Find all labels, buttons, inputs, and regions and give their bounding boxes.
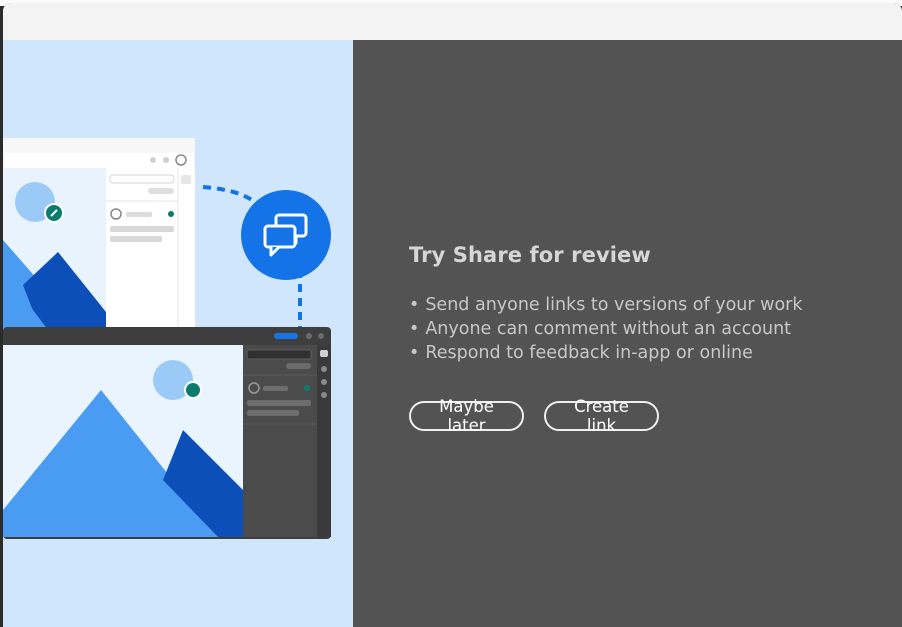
- pin-icon-2: [184, 381, 202, 399]
- bullet-glyph: •: [409, 319, 420, 339]
- dialog-title: Try Share for review: [409, 243, 651, 267]
- feature-list: • Send anyone links to versions of your w…: [409, 293, 803, 365]
- feature-text: Anyone can comment without an account: [425, 319, 792, 339]
- connector-line-top: [202, 185, 260, 207]
- bullet-glyph: •: [409, 343, 420, 363]
- share-review-dialog: Try Share for review • Send anyone links …: [3, 3, 902, 627]
- feature-item: • Respond to feedback in-app or online: [409, 341, 803, 365]
- share-illustration: [3, 40, 353, 627]
- feature-item: • Anyone can comment without an account: [409, 317, 803, 341]
- maybe-later-button[interactable]: Maybe later: [409, 397, 524, 435]
- feature-item: • Send anyone links to versions of your w…: [409, 293, 803, 317]
- dialog-content: Try Share for review • Send anyone links …: [353, 40, 902, 627]
- feature-text: Send anyone links to versions of your wo…: [425, 295, 803, 315]
- comment-bubbles-icon: [241, 190, 331, 280]
- bullet-glyph: •: [409, 295, 420, 315]
- feature-text: Respond to feedback in-app or online: [425, 343, 753, 363]
- app-window-bottom: [3, 327, 331, 539]
- browser-window-top: [3, 137, 196, 351]
- dialog-titlebar[interactable]: [3, 3, 902, 41]
- create-link-button[interactable]: Create link: [544, 397, 659, 435]
- illustration-svg: [3, 137, 331, 539]
